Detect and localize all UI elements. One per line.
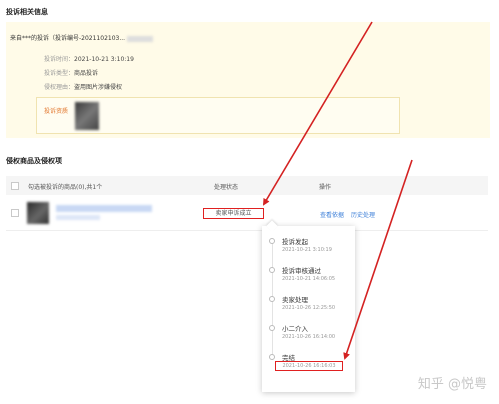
arrow-to-status (262, 21, 373, 206)
watermark: 知乎 @悦粤 (417, 377, 487, 392)
annotation-arrows (262, 21, 413, 360)
arrow-to-final-date (343, 159, 413, 360)
